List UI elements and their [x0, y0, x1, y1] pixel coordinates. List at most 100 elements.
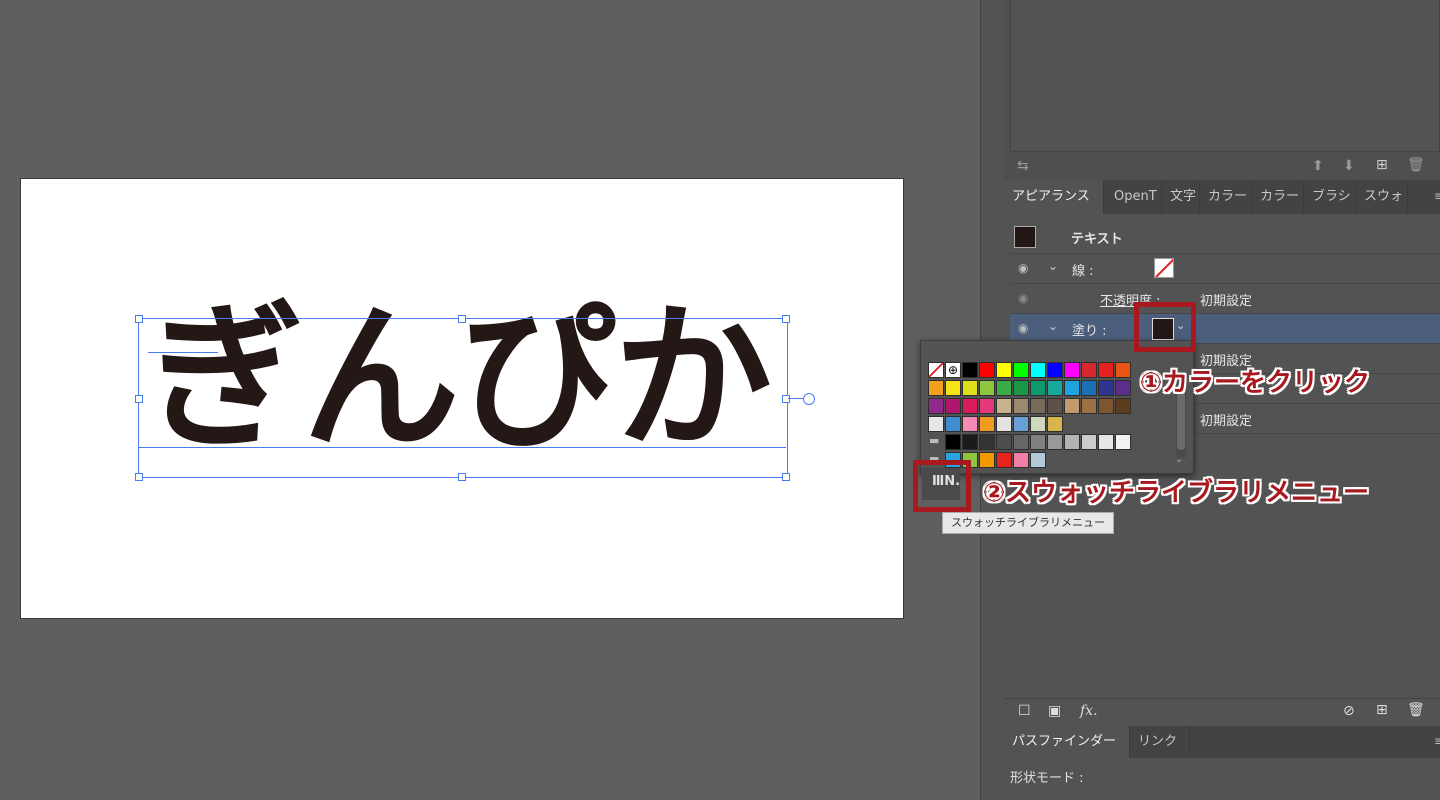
handle-middle-left[interactable]: [135, 395, 143, 403]
swatch-cell[interactable]: [1030, 416, 1046, 432]
appearance-opacity-row[interactable]: ◉ 不透明度 : 初期設定: [1010, 284, 1440, 314]
swatch-cell[interactable]: [996, 452, 1012, 468]
panel-menu-icon[interactable]: ≡: [1434, 734, 1440, 748]
tab-color-2[interactable]: カラー: [1252, 180, 1304, 214]
swatch-cell[interactable]: [928, 416, 944, 432]
handle-top-right[interactable]: [782, 315, 790, 323]
swatch-cell[interactable]: [1081, 398, 1097, 414]
swatch-cell[interactable]: [996, 434, 1012, 450]
swatch-cell[interactable]: [1115, 362, 1131, 378]
swatch-scrollbar-thumb[interactable]: [1177, 390, 1185, 450]
handle-bottom-right[interactable]: [782, 473, 790, 481]
swatch-cell[interactable]: [1081, 380, 1097, 396]
swatch-cell[interactable]: [979, 362, 995, 378]
chevron-down-icon[interactable]: ⌄: [1048, 319, 1058, 333]
appearance-stroke-row[interactable]: ◉ ⌄ 線 :: [1010, 254, 1440, 284]
duplicate-item-icon[interactable]: ⊞: [1376, 702, 1388, 718]
tab-opentype[interactable]: OpenT: [1106, 180, 1162, 214]
delete-layer-icon[interactable]: 🗑: [1407, 157, 1425, 173]
clear-appearance-icon[interactable]: ⊘: [1343, 703, 1355, 719]
handle-bottom-left[interactable]: [135, 473, 143, 481]
visibility-eye-icon[interactable]: ◉: [1018, 321, 1028, 335]
swatch-cell[interactable]: [962, 416, 978, 432]
swatch-cell[interactable]: [1064, 398, 1080, 414]
swatch-cell[interactable]: [1030, 362, 1046, 378]
swatch-cell[interactable]: [996, 380, 1012, 396]
chevron-down-icon[interactable]: ⌄: [1048, 259, 1058, 273]
swatch-cell[interactable]: [1064, 434, 1080, 450]
swatch-cell[interactable]: [1013, 380, 1029, 396]
swatch-cell[interactable]: [962, 434, 978, 450]
collect-for-export-icon[interactable]: ⇆: [1017, 158, 1029, 174]
tab-color-1[interactable]: カラー: [1200, 180, 1252, 214]
handle-top-left[interactable]: [135, 315, 143, 323]
swatch-cell[interactable]: [1013, 398, 1029, 414]
add-new-fill-icon[interactable]: ▣: [1048, 703, 1061, 719]
swatch-cell[interactable]: [1013, 362, 1029, 378]
swatch-cell[interactable]: [945, 398, 961, 414]
swatch-registration[interactable]: ⊕: [945, 362, 961, 378]
swatch-cell[interactable]: [1047, 434, 1063, 450]
swatch-cell[interactable]: [1098, 362, 1114, 378]
swatch-cell[interactable]: [1081, 362, 1097, 378]
swatch-cell[interactable]: [996, 416, 1012, 432]
swatch-cell[interactable]: [962, 380, 978, 396]
stroke-label[interactable]: 線 :: [1072, 260, 1094, 279]
swatch-cell[interactable]: [945, 434, 961, 450]
swatch-cell[interactable]: [1030, 434, 1046, 450]
visibility-eye-icon[interactable]: ◉: [1018, 261, 1028, 275]
move-up-icon[interactable]: ⬆: [1312, 158, 1324, 174]
swatch-cell[interactable]: [1081, 434, 1097, 450]
visibility-eye-icon[interactable]: ◉: [1018, 291, 1028, 305]
swatch-cell[interactable]: [1115, 434, 1131, 450]
tab-brushes[interactable]: ブラシ: [1304, 180, 1356, 214]
swatch-cell[interactable]: [945, 416, 961, 432]
swatch-cell[interactable]: [1030, 380, 1046, 396]
swatch-cell[interactable]: [1013, 452, 1029, 468]
swatch-cell[interactable]: [928, 398, 944, 414]
threaded-text-out-port-icon[interactable]: [803, 393, 815, 405]
new-layer-icon[interactable]: ⊞: [1376, 157, 1388, 173]
tab-pathfinder[interactable]: パスファインダー: [1004, 726, 1130, 758]
handle-top-center[interactable]: [458, 315, 466, 323]
stroke-none-swatch[interactable]: [1154, 258, 1174, 278]
swatch-cell[interactable]: [996, 362, 1012, 378]
add-new-effect-button[interactable]: fx.: [1080, 703, 1098, 719]
swatch-cell[interactable]: [996, 398, 1012, 414]
swatch-cell[interactable]: [1047, 380, 1063, 396]
swatch-cell[interactable]: [1013, 434, 1029, 450]
swatch-cell[interactable]: [1115, 380, 1131, 396]
tab-links[interactable]: リンク: [1130, 726, 1190, 758]
swatch-cell[interactable]: [1098, 398, 1114, 414]
swatch-cell[interactable]: [962, 362, 978, 378]
handle-middle-right[interactable]: [782, 395, 790, 403]
tab-swatches[interactable]: スウォ: [1356, 180, 1408, 214]
swatch-cell[interactable]: [1098, 380, 1114, 396]
swatch-cell[interactable]: [1064, 380, 1080, 396]
tab-character[interactable]: 文字: [1162, 180, 1200, 214]
tab-appearance[interactable]: アピアランス: [1004, 180, 1104, 214]
swatch-cell[interactable]: [1064, 362, 1080, 378]
handle-bottom-center[interactable]: [458, 473, 466, 481]
swatch-cell[interactable]: [1098, 434, 1114, 450]
delete-item-icon[interactable]: 🗑: [1407, 702, 1425, 718]
fill-label[interactable]: 塗り :: [1072, 320, 1107, 339]
swatch-cell[interactable]: [928, 380, 944, 396]
scroll-down-chevron-icon[interactable]: ⌄: [1175, 454, 1183, 465]
swatch-cell[interactable]: [1047, 398, 1063, 414]
swatch-cell[interactable]: [1115, 398, 1131, 414]
swatch-cell[interactable]: [979, 434, 995, 450]
swatch-cell[interactable]: [979, 452, 995, 468]
swatch-cell[interactable]: [1047, 416, 1063, 432]
swatch-cell[interactable]: [1047, 362, 1063, 378]
swatch-cell[interactable]: [979, 380, 995, 396]
swatch-cell[interactable]: [979, 398, 995, 414]
panel-menu-icon[interactable]: ≡: [1434, 189, 1440, 203]
swatch-cell[interactable]: [1030, 398, 1046, 414]
swatch-none[interactable]: [928, 362, 944, 378]
move-down-icon[interactable]: ⬇: [1343, 158, 1355, 174]
swatch-cell[interactable]: [945, 380, 961, 396]
swatch-cell[interactable]: [979, 416, 995, 432]
swatch-cell[interactable]: [1030, 452, 1046, 468]
add-new-stroke-icon[interactable]: ☐: [1018, 703, 1031, 719]
